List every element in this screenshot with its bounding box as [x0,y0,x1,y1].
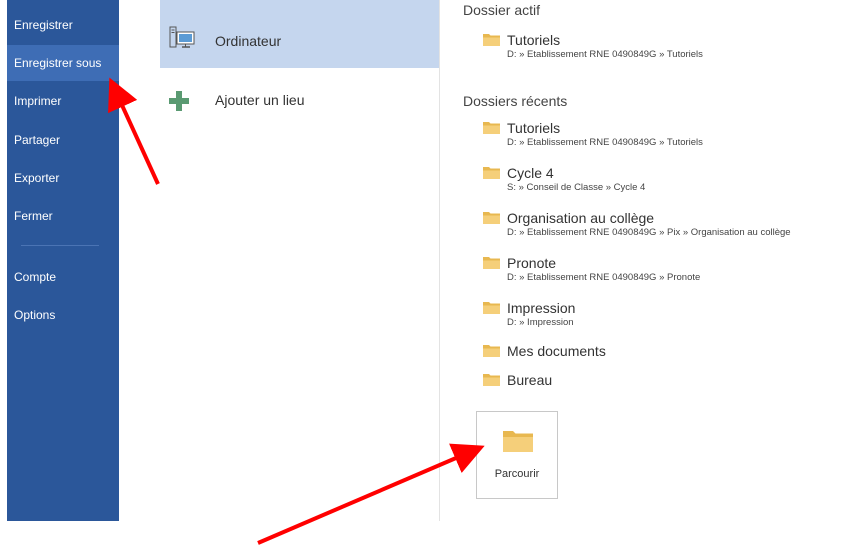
folder-path: D: » Etablissement RNE 0490849G » Pix » … [507,227,791,238]
recent-folder-organisation[interactable]: Organisation au collège D: » Etablisseme… [483,210,843,242]
sidebar-divider [21,245,99,246]
current-folder-title: Dossier actif [463,2,541,18]
sidebar-item-exporter[interactable]: Exporter [7,160,119,196]
sidebar-item-compte[interactable]: Compte [7,259,119,295]
folder-icon [483,302,500,314]
folder-icon [483,34,500,46]
recent-folder-mes-documents[interactable]: Mes documents [483,343,823,363]
computer-icon [169,26,195,48]
place-ordinateur[interactable]: Ordinateur [160,0,439,68]
sidebar-item-enregistrer[interactable]: Enregistrer [7,7,119,43]
folder-icon [483,212,500,224]
folder-name: Pronote [507,255,557,271]
recent-folder-cycle4[interactable]: Cycle 4 S: » Conseil de Classe » Cycle 4 [483,165,823,197]
recent-folder-bureau[interactable]: Bureau [483,372,823,392]
recent-folder-impression[interactable]: Impression D: » Impression [483,300,823,332]
recent-folders-title: Dossiers récents [463,93,568,109]
current-folder-tutoriels[interactable]: Tutoriels D: » Etablissement RNE 0490849… [483,32,823,64]
folder-name: Bureau [507,372,553,388]
browse-label: Parcourir [494,468,540,480]
folder-name: Impression [507,300,576,316]
place-ordinateur-label: Ordinateur [215,33,282,49]
sidebar-item-fermer[interactable]: Fermer [7,198,119,234]
folder-path: D: » Etablissement RNE 0490849G » Tutori… [507,137,703,148]
folder-name: Tutoriels [507,120,561,136]
recent-folder-tutoriels[interactable]: Tutoriels D: » Etablissement RNE 0490849… [483,120,823,152]
folder-icon [483,345,500,357]
folder-name: Tutoriels [507,32,561,48]
folder-icon [483,374,500,386]
places-list: Ordinateur Ajouter un lieu [160,0,439,521]
folder-icon [503,431,533,452]
column-divider [439,0,440,521]
folder-name: Organisation au collège [507,210,655,226]
folder-name: Mes documents [507,343,606,359]
place-ajouter-lieu[interactable]: Ajouter un lieu [160,84,439,152]
folder-icon [483,257,500,269]
folder-icon [483,167,500,179]
place-ajouter-lieu-label: Ajouter un lieu [215,92,305,108]
recent-folder-pronote[interactable]: Pronote D: » Etablissement RNE 0490849G … [483,255,823,287]
arrow-to-enregistrer-sous [108,77,160,185]
sidebar-item-options[interactable]: Options [7,297,119,333]
sidebar-item-partager[interactable]: Partager [7,122,119,158]
folder-icon [483,122,500,134]
sidebar-item-enregistrer-sous[interactable]: Enregistrer sous [7,45,119,81]
plus-icon [169,91,189,111]
folder-name: Cycle 4 [507,165,554,181]
folder-path: D: » Etablissement RNE 0490849G » Pronot… [507,272,701,283]
folder-path: D: » Etablissement RNE 0490849G » Tutori… [507,49,703,60]
backstage-sidebar: Enregistrer Enregistrer sous Imprimer Pa… [7,0,119,521]
folder-path: S: » Conseil de Classe » Cycle 4 [507,182,646,193]
browse-button[interactable]: Parcourir [476,411,558,499]
sidebar-item-imprimer[interactable]: Imprimer [7,83,119,119]
folder-path: D: » Impression [507,317,574,328]
